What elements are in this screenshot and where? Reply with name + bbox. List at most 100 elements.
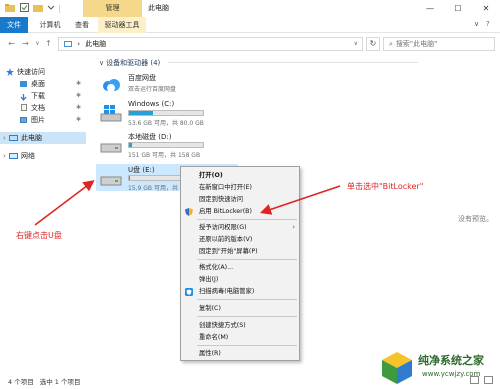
drive-capacity: 151 GB 可用，共 158 GB: [128, 152, 201, 159]
annotation-right-click: 右键点击U盘: [16, 231, 62, 240]
nav-label: 快速访问: [17, 68, 45, 76]
ribbon-tab-view[interactable]: 查看: [70, 17, 94, 33]
path-separator: ›: [77, 40, 81, 48]
title-separator: |: [58, 4, 61, 13]
pin-icon[interactable]: ✱: [76, 114, 81, 126]
menu-item-rename[interactable]: 重命名(M): [181, 332, 299, 343]
item-name: 百度网盘: [128, 74, 156, 82]
watermark-logo-icon: [382, 352, 412, 384]
nav-this-pc[interactable]: › 此电脑: [0, 132, 86, 144]
drive-usage-bar: [128, 110, 204, 116]
minimize-button[interactable]: —: [416, 0, 444, 17]
menu-item-open-new-window[interactable]: 在新窗口中打开(E): [181, 182, 299, 193]
menu-item-create-shortcut[interactable]: 创建快捷方式(S): [181, 320, 299, 331]
menu-item-label: 启用 BitLocker(B): [199, 208, 252, 215]
nav-network[interactable]: › 网络: [0, 150, 86, 162]
address-path: 此电脑: [85, 40, 107, 48]
nav-label: 此电脑: [21, 134, 42, 142]
search-icon: ⌕: [389, 40, 393, 48]
annotation-select-bitlocker: 单击选中"BitLocker": [347, 182, 424, 191]
item-name: Windows (C:): [128, 100, 175, 108]
ribbon-tab-file[interactable]: 文件: [0, 17, 28, 33]
nav-item-pictures[interactable]: 图片 ✱: [0, 114, 86, 126]
menu-separator: [197, 316, 297, 317]
menu-item-format[interactable]: 格式化(A)...: [181, 262, 299, 273]
drive-usage-fill: [129, 111, 154, 115]
pin-icon[interactable]: ✱: [76, 90, 81, 102]
nav-label: 文档: [31, 104, 45, 112]
expand-icon[interactable]: ›: [3, 150, 6, 162]
refresh-button[interactable]: ↻: [366, 37, 380, 51]
network-icon: [9, 153, 18, 159]
item-subtitle: 双击运行百度网盘: [128, 86, 177, 93]
menu-item-scan-virus[interactable]: 扫描病毒(电脑管家): [181, 286, 299, 297]
properties-icon[interactable]: [20, 3, 29, 14]
collapse-icon: ∨: [99, 59, 105, 67]
drive-c[interactable]: Windows (C:) 53.6 GB 可用，共 80.0 GB: [96, 99, 241, 127]
search-input[interactable]: ⌕ 搜索"此电脑": [383, 37, 495, 51]
group-divider: [168, 62, 418, 63]
ribbon-tab-drive-tools[interactable]: 驱动器工具: [98, 17, 146, 33]
ribbon-collapse-icon[interactable]: ∨: [474, 20, 479, 28]
submenu-arrow-icon: ›: [292, 223, 295, 231]
close-button[interactable]: ✕: [472, 0, 500, 17]
usb-drive-icon: [100, 168, 122, 188]
drive-usage-fill: [129, 176, 131, 180]
drive-capacity: 53.6 GB 可用，共 80.0 GB: [128, 120, 204, 127]
back-button[interactable]: ←: [6, 37, 17, 51]
group-title: 设备和驱动器 (4): [106, 59, 161, 67]
nav-label: 网络: [21, 152, 35, 160]
menu-item-pin-start[interactable]: 固定到"开始"屏幕(P): [181, 246, 299, 257]
watermark-text: 纯净系统之家: [418, 354, 484, 367]
watermark-url: www.ycwjzy.com: [422, 370, 481, 378]
menu-item-enable-bitlocker[interactable]: 启用 BitLocker(B): [181, 206, 299, 217]
ribbon-tab-manage[interactable]: 管理: [83, 0, 142, 17]
new-folder-icon[interactable]: [33, 3, 43, 14]
status-item-count: 4 个项目 选中 1 个项目: [8, 378, 81, 386]
forward-button[interactable]: →: [20, 37, 31, 51]
search-placeholder: 搜索"此电脑": [395, 40, 438, 48]
menu-separator: [197, 259, 297, 260]
tencent-shield-icon: [185, 288, 193, 296]
drive-d[interactable]: 本地磁盘 (D:) 151 GB 可用，共 158 GB: [96, 131, 241, 159]
menu-item-pin-quick-access[interactable]: 固定到快速访问: [181, 194, 299, 205]
up-button[interactable]: ↑: [43, 37, 54, 51]
maximize-button[interactable]: ☐: [444, 0, 472, 17]
menu-item-grant-access[interactable]: 授予访问权限(G) ›: [181, 222, 299, 233]
expand-icon[interactable]: ›: [3, 132, 6, 144]
customize-quick-access-icon[interactable]: [47, 3, 55, 14]
address-dropdown-icon[interactable]: ∨: [354, 38, 358, 50]
nav-item-downloads[interactable]: 下载 ✱: [0, 90, 86, 102]
pin-icon[interactable]: ✱: [76, 102, 81, 114]
menu-item-restore-previous[interactable]: 还原以前的版本(V): [181, 234, 299, 245]
window-title: 此电脑: [148, 4, 169, 12]
pin-icon[interactable]: ✱: [76, 78, 81, 90]
drive-usage-bar: [128, 142, 204, 148]
drive-usage-fill: [129, 143, 132, 147]
menu-item-open[interactable]: 打开(O): [181, 170, 299, 181]
item-baidu-netdisk[interactable]: 百度网盘 双击运行百度网盘: [96, 72, 241, 99]
nav-label: 桌面: [31, 80, 45, 88]
group-header-devices[interactable]: ∨ 设备和驱动器 (4): [99, 58, 160, 68]
menu-separator: [197, 219, 297, 220]
drive-capacity: 15.9 GB 可用，共: [128, 185, 178, 192]
help-icon[interactable]: ?: [486, 20, 490, 28]
recent-locations-button[interactable]: ∨: [32, 37, 43, 51]
menu-separator: [197, 299, 297, 300]
menu-item-properties[interactable]: 属性(R): [181, 348, 299, 359]
menu-item-eject[interactable]: 弹出(J): [181, 274, 299, 285]
folder-icon[interactable]: [5, 3, 15, 14]
nav-item-documents[interactable]: 文档 ✱: [0, 102, 86, 114]
ribbon-tab-computer[interactable]: 计算机: [34, 17, 66, 33]
ribbon-tabs: 文件 计算机 查看 驱动器工具 ∨ ?: [0, 17, 500, 33]
nav-label: 图片: [31, 116, 45, 124]
document-icon: [21, 104, 27, 111]
item-name: U盘 (E:): [128, 166, 155, 174]
menu-item-copy[interactable]: 复制(C): [181, 303, 299, 314]
star-icon: [6, 68, 14, 76]
computer-icon: [9, 135, 18, 141]
nav-item-desktop[interactable]: 桌面 ✱: [0, 78, 86, 90]
watermark: 纯净系统之家 www.ycwjzy.com: [378, 348, 498, 388]
nav-quick-access[interactable]: 快速访问: [0, 66, 86, 78]
address-field[interactable]: › 此电脑 ∨: [58, 37, 363, 51]
